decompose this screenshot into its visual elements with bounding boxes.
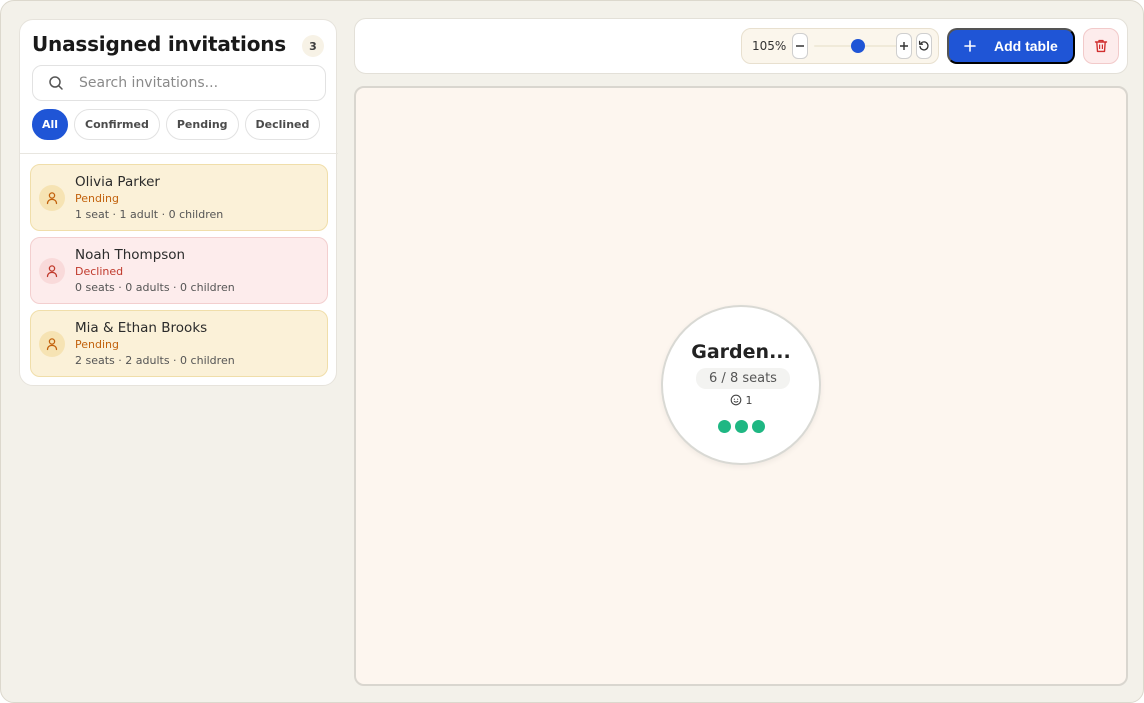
seat-dot xyxy=(734,420,748,433)
invitation-name: Mia & Ethan Brooks xyxy=(75,320,208,336)
invitation-meta: 2 seats · 2 adults · 0 children xyxy=(75,354,235,367)
search-icon xyxy=(49,76,63,90)
status-filters: All Confirmed Pending Declined xyxy=(32,109,321,140)
person-icon xyxy=(39,185,65,211)
person-icon xyxy=(39,258,65,284)
filter-declined[interactable]: Declined xyxy=(244,109,321,140)
filter-pending[interactable]: Pending xyxy=(165,109,239,140)
seat-dot xyxy=(717,420,731,433)
app-window: Unassigned invitations 3 All Confirmed P… xyxy=(0,0,1144,703)
minus-icon xyxy=(796,45,804,47)
invitation-card[interactable]: Noah Thompson Declined 0 seats · 0 adult… xyxy=(30,237,328,304)
seating-canvas[interactable]: Garden... 6 / 8 seats 1 xyxy=(354,86,1128,686)
invitation-status: Pending xyxy=(75,338,119,351)
table-name: Garden... xyxy=(691,341,791,363)
invitation-status: Declined xyxy=(75,265,124,278)
plus-icon xyxy=(964,40,976,52)
zoom-level: 105% xyxy=(752,39,787,53)
zoom-slider-thumb[interactable] xyxy=(851,39,865,53)
children-count: 1 xyxy=(745,393,753,407)
reset-zoom-button[interactable] xyxy=(916,33,932,59)
invitation-meta: 0 seats · 0 adults · 0 children xyxy=(75,281,235,294)
zoom-out-button[interactable] xyxy=(792,33,808,59)
person-icon xyxy=(39,331,65,357)
delete-button[interactable] xyxy=(1083,28,1119,64)
seat-dot xyxy=(751,420,765,433)
child-face-icon xyxy=(730,394,741,406)
invitation-status: Pending xyxy=(75,192,119,205)
plus-icon xyxy=(900,42,908,50)
table-node[interactable]: Garden... 6 / 8 seats 1 xyxy=(661,305,821,465)
table-children: 1 xyxy=(663,392,819,408)
filter-all[interactable]: All xyxy=(32,109,68,140)
search-box[interactable] xyxy=(32,65,326,101)
invitation-name: Olivia Parker xyxy=(75,174,160,190)
rotate-ccw-icon xyxy=(918,40,929,51)
trash-icon xyxy=(1094,39,1108,53)
zoom-in-button[interactable] xyxy=(896,33,912,59)
filter-confirmed[interactable]: Confirmed xyxy=(74,109,160,140)
add-table-button[interactable]: Add table xyxy=(947,28,1075,64)
invitation-card[interactable]: Mia & Ethan Brooks Pending 2 seats · 2 a… xyxy=(30,310,328,377)
unassigned-invitations-panel: Unassigned invitations 3 All Confirmed P… xyxy=(19,19,338,386)
panel-title: Unassigned invitations xyxy=(32,32,286,56)
invitation-meta: 1 seat · 1 adult · 0 children xyxy=(75,208,224,221)
occupied-seat-dots xyxy=(663,420,819,433)
invitation-count-badge: 3 xyxy=(302,35,324,57)
zoom-slider[interactable] xyxy=(814,37,902,55)
search-input[interactable] xyxy=(79,75,309,91)
divider xyxy=(20,153,338,154)
invitation-name: Noah Thompson xyxy=(75,247,186,263)
add-table-label: Add table xyxy=(994,38,1058,54)
table-seats-badge: 6 / 8 seats xyxy=(696,368,790,389)
toolbar: 105% Add table xyxy=(354,18,1128,74)
zoom-control: 105% xyxy=(741,28,939,64)
invitation-card[interactable]: Olivia Parker Pending 1 seat · 1 adult ·… xyxy=(30,164,328,231)
